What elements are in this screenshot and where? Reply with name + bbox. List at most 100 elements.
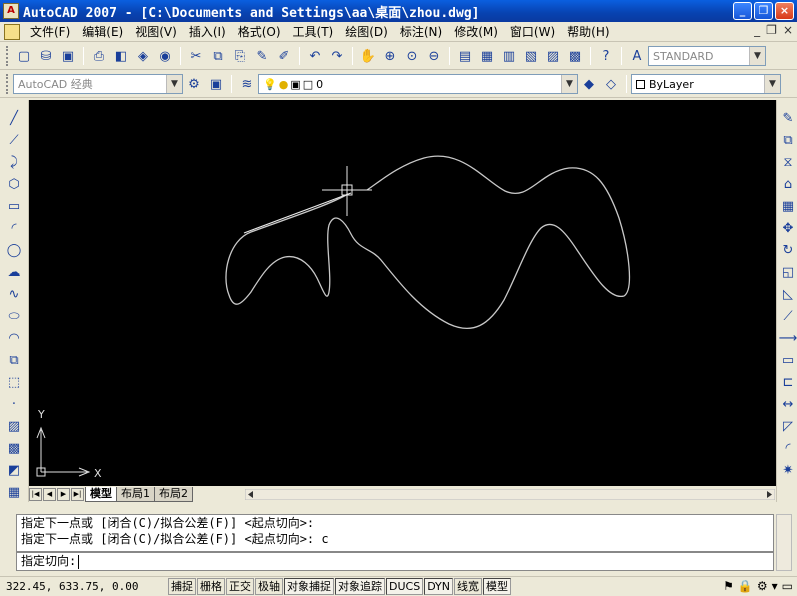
osnap-toggle[interactable]: 对象捕捉 xyxy=(284,578,334,595)
help-icon[interactable]: ? xyxy=(596,46,616,66)
save-icon[interactable]: ▣ xyxy=(58,46,78,66)
new-file-icon[interactable]: ▢ xyxy=(14,46,34,66)
layer-manager-icon[interactable]: ≋ xyxy=(237,74,257,94)
cut-icon[interactable]: ✂ xyxy=(186,46,206,66)
match-properties-icon[interactable]: ✎ xyxy=(252,46,272,66)
make-object-layer-current-icon[interactable]: ◆ xyxy=(579,74,599,94)
document-icon[interactable] xyxy=(4,23,20,40)
polygon-icon[interactable]: ⬡ xyxy=(4,174,24,194)
chevron-down-icon[interactable]: ▼ xyxy=(561,75,577,93)
chevron-down-icon[interactable]: ▼ xyxy=(749,47,765,65)
move-icon[interactable]: ✥ xyxy=(778,218,797,238)
join-icon[interactable]: ↔ xyxy=(778,394,797,414)
autocad-app-icon[interactable]: A xyxy=(3,3,19,19)
toolbar-grip[interactable] xyxy=(6,46,9,66)
menu-edit[interactable]: 编辑(E) xyxy=(76,23,129,41)
dyn-toggle[interactable]: DYN xyxy=(424,578,454,595)
print-icon[interactable]: ⎙ xyxy=(89,46,109,66)
explode-icon[interactable]: ✷ xyxy=(778,460,797,480)
zoom-realtime-icon[interactable]: ⊕ xyxy=(380,46,400,66)
etransmit-icon[interactable]: ◉ xyxy=(155,46,175,66)
horizontal-scrollbar[interactable] xyxy=(245,489,775,500)
command-input[interactable]: 指定切向: xyxy=(16,552,774,571)
redo-icon[interactable]: ↷ xyxy=(327,46,347,66)
layer-previous-icon[interactable]: ◇ xyxy=(601,74,621,94)
text-style-combo[interactable]: STANDARD ▼ xyxy=(648,46,766,66)
hatch-icon[interactable]: ▨ xyxy=(4,416,24,436)
calculator-icon[interactable]: ▩ xyxy=(565,46,585,66)
lock-icon[interactable]: 🔒 xyxy=(738,579,753,593)
layer-combo[interactable]: 💡 ● ▣ □ 0 ▼ xyxy=(258,74,578,94)
otrack-toggle[interactable]: 对象追踪 xyxy=(335,578,385,595)
zoom-previous-icon[interactable]: ⊖ xyxy=(424,46,444,66)
copy-object-icon[interactable]: ⧉ xyxy=(778,130,797,150)
mirror-icon[interactable]: ⧖ xyxy=(778,152,797,172)
trim-icon[interactable]: ⟋ xyxy=(778,306,797,326)
arc-icon[interactable]: ◜ xyxy=(4,218,24,238)
clean-screen-icon[interactable]: ▭ xyxy=(782,579,793,593)
mdi-minimize-button[interactable]: _ xyxy=(754,23,760,37)
print-preview-icon[interactable]: ◧ xyxy=(111,46,131,66)
polar-toggle[interactable]: 极轴 xyxy=(255,578,283,595)
undo-icon[interactable]: ↶ xyxy=(305,46,325,66)
ortho-toggle[interactable]: 正交 xyxy=(226,578,254,595)
scale-icon[interactable]: ◱ xyxy=(778,262,797,282)
circle-icon[interactable]: ◯ xyxy=(4,240,24,260)
stretch-icon[interactable]: ◺ xyxy=(778,284,797,304)
chevron-down-icon[interactable]: ▼ xyxy=(166,75,182,93)
rotate-icon[interactable]: ↻ xyxy=(778,240,797,260)
zoom-window-icon[interactable]: ⊙ xyxy=(402,46,422,66)
point-icon[interactable]: · xyxy=(4,394,24,414)
revision-cloud-icon[interactable]: ☁ xyxy=(4,262,24,282)
toolbar-grip[interactable] xyxy=(6,74,9,94)
offset-icon[interactable]: ⌂ xyxy=(778,174,797,194)
menu-modify[interactable]: 修改(M) xyxy=(448,23,504,41)
snap-toggle[interactable]: 捕捉 xyxy=(168,578,196,595)
line-icon[interactable]: ╱ xyxy=(4,108,24,128)
menu-format[interactable]: 格式(O) xyxy=(232,23,287,41)
array-icon[interactable]: ▦ xyxy=(778,196,797,216)
command-scrollbar[interactable] xyxy=(776,514,792,571)
spline-icon[interactable]: ∿ xyxy=(4,284,24,304)
menu-help[interactable]: 帮助(H) xyxy=(561,23,615,41)
title-bar[interactable]: A AutoCAD 2007 - [C:\Documents and Setti… xyxy=(0,0,797,22)
gradient-icon[interactable]: ▩ xyxy=(4,438,24,458)
break-icon[interactable]: ⊏ xyxy=(778,372,797,392)
tab-model[interactable]: 模型 xyxy=(85,486,117,502)
menu-tools[interactable]: 工具(T) xyxy=(287,23,340,41)
fillet-icon[interactable]: ◜ xyxy=(778,438,797,458)
ducs-toggle[interactable]: DUCS xyxy=(386,578,424,595)
ellipse-arc-icon[interactable]: ◠ xyxy=(4,328,24,348)
pan-icon[interactable]: ✋ xyxy=(358,46,378,66)
extend-icon[interactable]: ⟶ xyxy=(778,328,797,348)
lineweight-toggle[interactable]: 线宽 xyxy=(454,578,483,595)
chevron-down-icon[interactable]: ▼ xyxy=(764,75,780,93)
open-file-icon[interactable]: ⛁ xyxy=(36,46,56,66)
next-tab-button[interactable]: ▶ xyxy=(57,487,70,501)
break-at-point-icon[interactable]: ▭ xyxy=(778,350,797,370)
save-workspace-icon[interactable]: ▣ xyxy=(206,74,226,94)
markup-icon[interactable]: ▨ xyxy=(543,46,563,66)
tool-palettes-icon[interactable]: ▥ xyxy=(499,46,519,66)
paste-icon[interactable]: ⎘ xyxy=(230,46,250,66)
last-tab-button[interactable]: ▶| xyxy=(71,487,84,501)
color-combo[interactable]: ByLayer ▼ xyxy=(631,74,781,94)
model-space-toggle[interactable]: 模型 xyxy=(483,578,512,595)
menu-draw[interactable]: 绘图(D) xyxy=(339,23,394,41)
menu-view[interactable]: 视图(V) xyxy=(129,23,183,41)
chamfer-icon[interactable]: ◸ xyxy=(778,416,797,436)
mdi-close-button[interactable]: × xyxy=(783,23,793,37)
spline-curve[interactable] xyxy=(225,155,631,329)
settings-icon[interactable]: ⚙ xyxy=(757,579,768,593)
workspace-settings-icon[interactable]: ⚙ xyxy=(184,74,204,94)
make-block-icon[interactable]: ⬚ xyxy=(4,372,24,392)
table-icon[interactable]: ▦ xyxy=(4,482,24,502)
mdi-restore-button[interactable]: ❐ xyxy=(766,23,777,37)
grid-toggle[interactable]: 栅格 xyxy=(197,578,225,595)
communication-center-icon[interactable]: ⚑ xyxy=(723,579,734,593)
menu-dimension[interactable]: 标注(N) xyxy=(394,23,448,41)
minimize-button[interactable]: _ xyxy=(733,2,752,20)
ellipse-icon[interactable]: ⬭ xyxy=(4,306,24,326)
construction-line-icon[interactable]: ⟋ xyxy=(4,130,24,150)
prev-tab-button[interactable]: ◀ xyxy=(43,487,56,501)
